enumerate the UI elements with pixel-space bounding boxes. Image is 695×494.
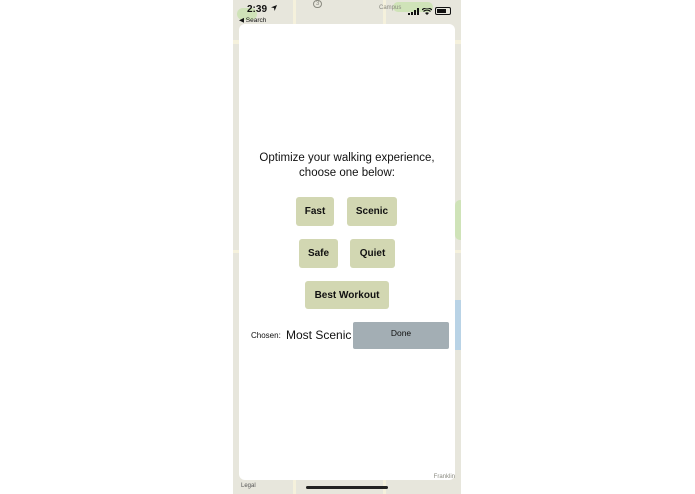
phone-screen: Campus 3 2:39 ◀ Search Optimize your wal…: [233, 0, 461, 494]
map-legal-link[interactable]: Legal: [241, 483, 256, 489]
map-label: Franklin: [433, 474, 455, 480]
best-workout-option-button[interactable]: Best Workout: [305, 281, 389, 309]
done-button[interactable]: Done: [353, 322, 449, 349]
prompt-line-2: choose one below:: [299, 167, 395, 179]
cellular-signal-icon: [408, 7, 419, 15]
prompt-line-1: Optimize your walking experience,: [259, 152, 435, 164]
map-water: [455, 300, 461, 350]
fast-option-button[interactable]: Fast: [296, 197, 334, 226]
status-icons: [408, 7, 451, 15]
chosen-label: Chosen:: [251, 331, 281, 340]
route-preference-modal: Optimize your walking experience, choose…: [239, 24, 455, 480]
home-indicator[interactable]: [306, 486, 388, 489]
status-time: 2:39: [247, 4, 268, 15]
safe-option-button[interactable]: Safe: [299, 239, 338, 268]
location-arrow-icon: [271, 5, 277, 11]
map-park: [455, 200, 461, 240]
status-bar: 2:39 ◀ Search: [233, 0, 461, 24]
quiet-option-button[interactable]: Quiet: [350, 239, 395, 268]
battery-icon: [435, 7, 451, 15]
modal-prompt: Optimize your walking experience, choose…: [239, 151, 455, 181]
chosen-value: Most Scenic: [286, 328, 352, 342]
scenic-option-button[interactable]: Scenic: [347, 197, 397, 226]
wifi-icon: [422, 7, 432, 15]
back-to-search-link[interactable]: ◀ Search: [239, 16, 266, 24]
